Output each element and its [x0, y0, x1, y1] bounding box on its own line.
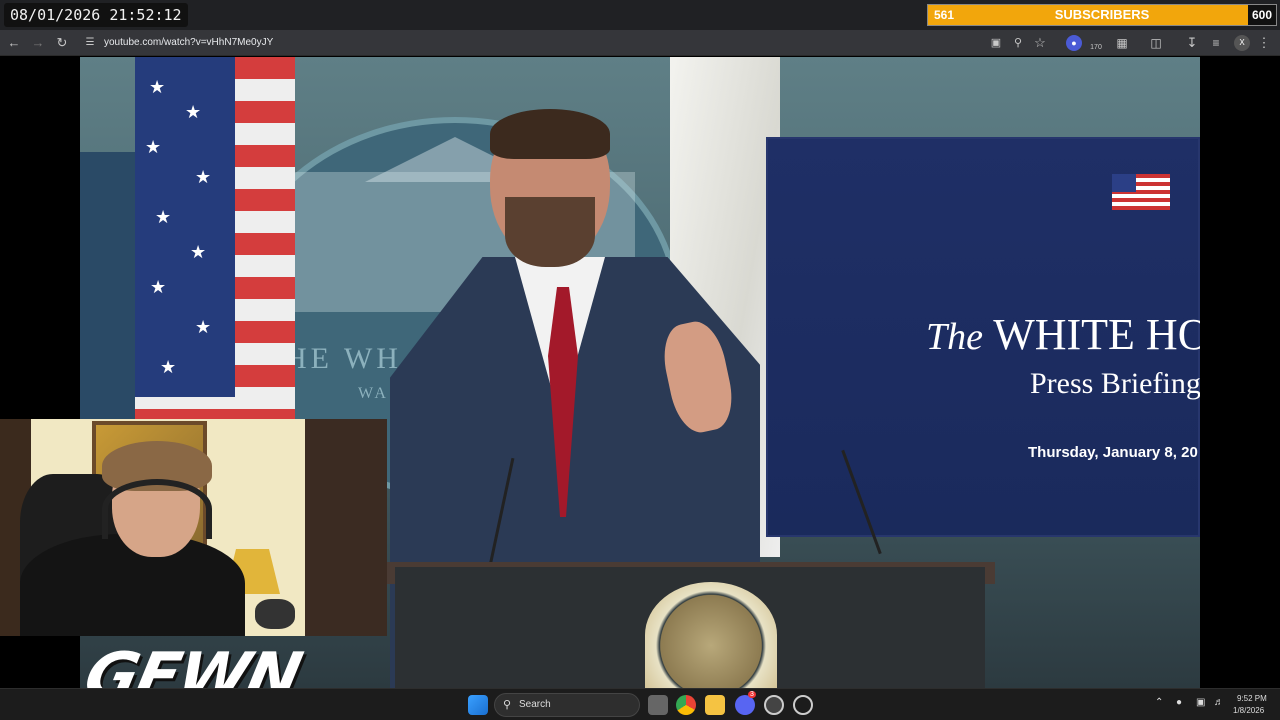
discord-icon[interactable]: [735, 695, 755, 715]
star-icon: ★: [185, 102, 202, 122]
reload-icon[interactable]: ↻: [52, 33, 72, 53]
wall-subtext: WA: [358, 385, 389, 402]
forward-icon[interactable]: →: [28, 33, 48, 53]
vice-president-seal: [645, 582, 777, 688]
volume-icon[interactable]: ♬: [1214, 697, 1224, 708]
briefing-date: Thursday, January 8, 20: [1028, 444, 1198, 461]
us-flag-canton: ★ ★ ★ ★ ★ ★ ★ ★ ★: [135, 57, 235, 397]
back-icon[interactable]: ←: [4, 33, 24, 53]
chrome-icon[interactable]: [676, 695, 696, 715]
split-view-icon[interactable]: ◫: [1146, 33, 1166, 53]
briefing-title: The WHITE HO: [926, 309, 1200, 360]
install-icon[interactable]: ▣: [986, 33, 1006, 53]
wall-text: HE WH: [285, 342, 402, 375]
file-explorer-icon[interactable]: [705, 695, 725, 715]
task-view-icon[interactable]: [648, 695, 668, 715]
network-icon[interactable]: ▣: [1196, 697, 1205, 708]
media-icon[interactable]: ≡: [1206, 33, 1226, 53]
star-icon: ★: [160, 357, 177, 377]
taskbar-time[interactable]: 9:52 PM: [1237, 694, 1267, 703]
notification-badge: 3: [748, 691, 756, 698]
speaker-beard: [505, 197, 595, 267]
stream-top-bar: 08/01/2026 21:52:12 561 SUBSCRIBERS 600: [0, 0, 1280, 30]
browser-toolbar: ← → ↻ ☰ youtube.com/watch?v=vHhN7Me0yJY …: [0, 30, 1280, 56]
address-bar[interactable]: youtube.com/watch?v=vHhN7Me0yJY: [104, 30, 273, 56]
webcam-overlay: [0, 419, 387, 636]
briefing-title-main: WHITE HO: [993, 310, 1200, 359]
mini-us-flag-icon: [1112, 174, 1170, 210]
search-icon: ⚲: [503, 699, 512, 711]
desktop-screen: 08/01/2026 21:52:12 561 SUBSCRIBERS 600 …: [0, 0, 1280, 720]
star-icon: ★: [149, 77, 166, 97]
star-icon: ★: [145, 137, 162, 157]
taskbar-search[interactable]: ⚲ Search: [494, 693, 640, 717]
puzzle-icon[interactable]: ▦: [1112, 33, 1132, 53]
star-icon: ★: [150, 277, 167, 297]
star-icon: ★: [155, 207, 172, 227]
taskbar-date[interactable]: 1/8/2026: [1233, 706, 1264, 715]
briefing-screen: The WHITE HO Press Briefing Thursday, Ja…: [766, 137, 1200, 537]
star-icon: ★: [190, 242, 207, 262]
microphone: [255, 599, 295, 629]
subscriber-goal-bar: 561 SUBSCRIBERS 600: [927, 4, 1277, 26]
star-icon: ★: [195, 167, 212, 187]
search-label: Search: [519, 699, 551, 710]
site-info-icon[interactable]: ☰: [80, 33, 100, 53]
obs-icon[interactable]: [764, 695, 784, 715]
windows-taskbar: ⚲ Search 3 ⌃ ● ▣ ♬ 9:52 PM 1/8/2026: [0, 688, 1280, 720]
star-icon: ★: [195, 317, 212, 337]
microphone-icon[interactable]: ●: [1176, 697, 1182, 708]
extension-icon[interactable]: ●: [1066, 35, 1082, 51]
extension-badge: 170: [1090, 44, 1102, 51]
briefing-title-italic: The: [926, 316, 983, 358]
profile-icon[interactable]: X: [1234, 35, 1250, 51]
download-icon[interactable]: ↧: [1182, 33, 1202, 53]
chevron-up-icon[interactable]: ⌃: [1155, 697, 1163, 708]
menu-icon[interactable]: ⋮: [1254, 33, 1274, 53]
star-icon[interactable]: ☆: [1030, 33, 1050, 53]
speaker-hair: [490, 109, 610, 159]
clock-app-icon[interactable]: [793, 695, 813, 715]
subscriber-goal: 600: [1248, 5, 1276, 25]
zoom-icon[interactable]: ⚲: [1008, 33, 1028, 53]
briefing-subtitle: Press Briefing: [1030, 367, 1200, 400]
subscriber-label: SUBSCRIBERS: [1054, 7, 1150, 22]
windows-start-icon[interactable]: [468, 695, 488, 715]
timestamp-overlay: 08/01/2026 21:52:12: [4, 3, 188, 27]
headset-icon: [102, 479, 212, 539]
door: [305, 419, 387, 636]
